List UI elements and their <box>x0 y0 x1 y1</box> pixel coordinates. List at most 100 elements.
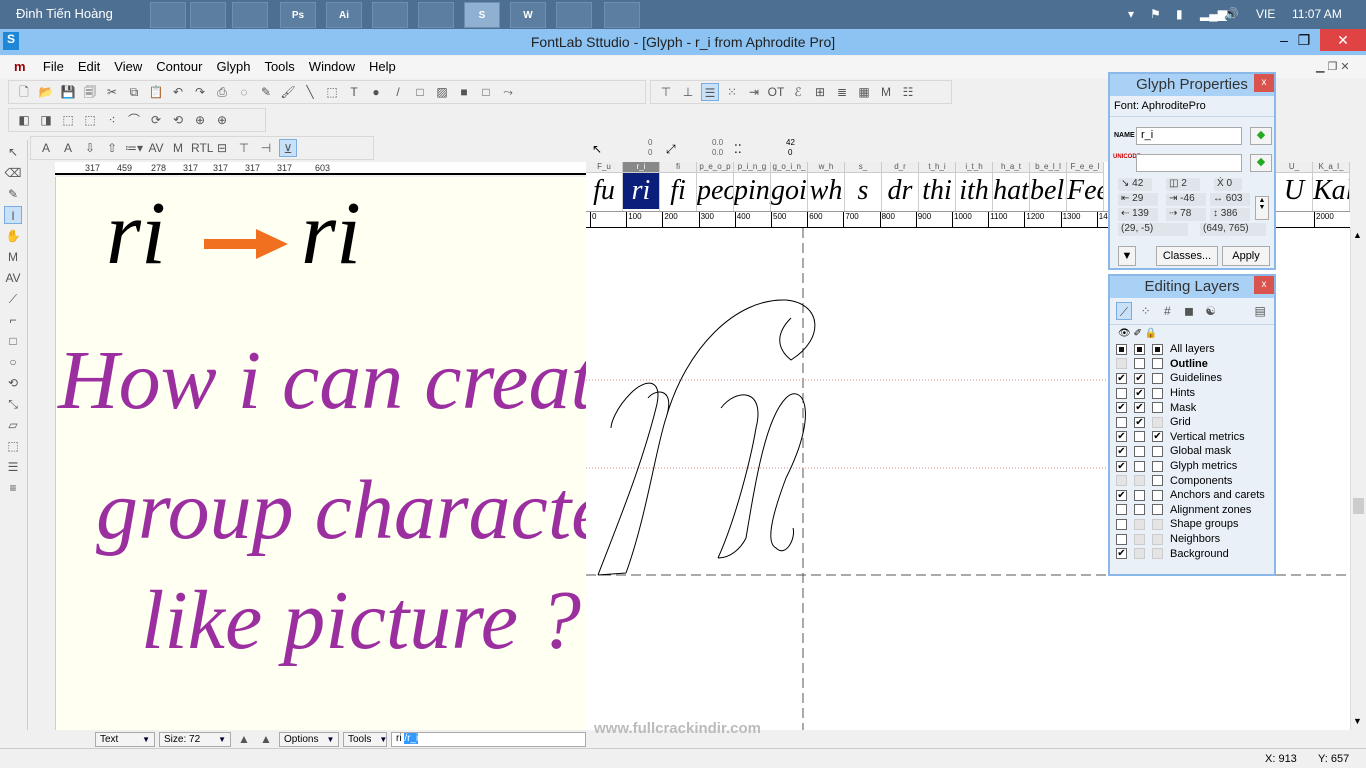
visible-checkbox[interactable]: ✔ <box>1116 372 1127 384</box>
menu-tools[interactable]: Tools <box>257 56 301 77</box>
edit-checkbox[interactable] <box>1134 489 1145 501</box>
link-icon[interactable]: ⤳ <box>499 83 517 101</box>
points-icon[interactable]: ⁖ <box>103 111 121 129</box>
all-visible-checkbox[interactable] <box>1116 343 1127 355</box>
visible-checkbox[interactable] <box>1116 416 1127 428</box>
close-icon[interactable]: x <box>1254 74 1274 92</box>
signal-icon[interactable]: ▂▄▆ <box>1200 7 1227 21</box>
glyph-cell[interactable]: t_h_i thi <box>919 162 956 211</box>
tools-dropdown[interactable]: Tools ▼ <box>343 731 387 747</box>
visible-checkbox[interactable]: ✔ <box>1116 431 1127 443</box>
lock-checkbox[interactable] <box>1152 475 1163 487</box>
rotate-tool-icon[interactable]: ⟲ <box>4 374 22 392</box>
panel-down-icon[interactable]: ⊻ <box>279 139 297 157</box>
glyph-cell[interactable]: F_u fu <box>586 162 623 211</box>
glyph-cell[interactable]: fi fi <box>660 162 697 211</box>
rotate-ccw-icon[interactable]: ⟲ <box>169 111 187 129</box>
flag-icon[interactable]: ⚑ <box>1150 7 1161 21</box>
panel-left-icon[interactable]: ⊣ <box>257 139 275 157</box>
glyph-cell[interactable]: F_e_e_l Feel <box>1067 162 1104 211</box>
lock-checkbox[interactable] <box>1152 402 1163 414</box>
panel-menu-icon[interactable]: ▤ <box>1252 302 1268 320</box>
classes-button[interactable]: Classes... <box>1156 246 1218 266</box>
visible-checkbox[interactable]: ✔ <box>1116 402 1127 414</box>
glyph-cell[interactable]: U_ U <box>1276 162 1313 211</box>
kern-icon[interactable]: ⊥ <box>679 83 697 101</box>
transform-tool-icon[interactable]: ⬚ <box>4 437 22 455</box>
expand-dropdown-button[interactable]: ▼ <box>1118 246 1136 266</box>
visible-checkbox[interactable]: ✔ <box>1116 460 1127 472</box>
cut-icon[interactable]: ✂ <box>103 83 121 101</box>
options-dropdown[interactable]: Options ▼ <box>279 731 339 747</box>
language-indicator[interactable]: VIE <box>1256 7 1275 21</box>
ellipse-tool-icon[interactable]: ○ <box>4 353 22 371</box>
nodes-icon[interactable]: ⊞ <box>811 83 829 101</box>
afm-open-icon[interactable]: A <box>37 139 55 157</box>
visible-checkbox[interactable] <box>1116 387 1127 399</box>
pen-tool-icon[interactable]: ✎ <box>4 185 22 203</box>
edit-checkbox[interactable]: ✔ <box>1134 387 1145 399</box>
dist-icon[interactable]: ⬚ <box>81 111 99 129</box>
glyph-cell[interactable]: p_i_n_gping <box>734 162 771 211</box>
pencil-icon[interactable]: ✎ <box>257 83 275 101</box>
mode-dropdown[interactable]: Text ▼ <box>95 731 155 747</box>
lock-checkbox[interactable]: ✔ <box>1152 431 1163 443</box>
undo-icon[interactable]: ↶ <box>169 83 187 101</box>
frame-icon[interactable]: □ <box>477 83 495 101</box>
brush-icon[interactable]: 🖌 <box>279 83 297 101</box>
edit-checkbox[interactable] <box>1134 504 1145 516</box>
cross2-icon[interactable]: ⊕ <box>213 111 231 129</box>
illustrator-icon[interactable]: Ai <box>326 2 362 28</box>
edit-checkbox[interactable]: ✔ <box>1134 402 1145 414</box>
list-icon[interactable]: ≣ <box>833 83 851 101</box>
apply-button[interactable]: Apply <box>1222 246 1270 266</box>
menu-glyph[interactable]: Glyph <box>209 56 257 77</box>
spin-button[interactable]: ▲ ▼ <box>1255 196 1269 220</box>
file-explorer-icon[interactable] <box>232 2 268 28</box>
transform-icon[interactable]: ⬚ <box>323 83 341 101</box>
glyph-name-input[interactable]: r_i <box>1136 127 1242 145</box>
acrobat-icon[interactable] <box>556 2 592 28</box>
edit-checkbox[interactable] <box>1134 431 1145 443</box>
mountain-small-icon[interactable]: ▲ <box>235 732 253 747</box>
menu-help[interactable]: Help <box>362 56 403 77</box>
classes-icon[interactable]: ℰ <box>789 83 807 101</box>
cross-icon[interactable]: ⊕ <box>191 111 209 129</box>
table-icon[interactable]: ☷ <box>899 83 917 101</box>
slant-tool-icon[interactable]: ▱ <box>4 416 22 434</box>
restore-button[interactable]: ❐ <box>1284 29 1324 51</box>
kern-list-icon[interactable]: ≔▾ <box>125 139 143 157</box>
fill-icon[interactable]: ▨ <box>433 83 451 101</box>
menu-window[interactable]: Window <box>302 56 362 77</box>
redo-icon[interactable]: ↷ <box>191 83 209 101</box>
scale-tool-icon[interactable]: ⤡ <box>4 395 22 413</box>
glyph-cell[interactable]: b_e_l_lbell <box>1030 162 1067 211</box>
visible-checkbox[interactable]: ✔ <box>1116 548 1127 560</box>
rsb-field[interactable]: ⇥ -46 <box>1166 193 1206 206</box>
mdi-controls[interactable]: ▁ ❐ ✕ <box>1316 60 1350 73</box>
photoshop-icon[interactable]: Ps <box>280 2 316 28</box>
save-all-icon[interactable]: 🗐 <box>81 83 99 101</box>
glyph-cell[interactable]: s_ s <box>845 162 882 211</box>
align-icon[interactable]: ⬚ <box>59 111 77 129</box>
paste-icon[interactable]: 📋 <box>147 83 165 101</box>
word-icon[interactable]: W <box>510 2 546 28</box>
glyph-cell[interactable]: g_o_i_n_goin <box>771 162 808 211</box>
text-cursor-tool-icon[interactable]: I <box>4 206 22 224</box>
lsb-field[interactable]: ⇤ 29 <box>1118 193 1158 206</box>
visible-checkbox[interactable]: ✔ <box>1116 445 1127 457</box>
save-icon[interactable]: 💾 <box>59 83 77 101</box>
scroll-up-icon[interactable]: ▲ <box>1353 230 1362 240</box>
lock-checkbox[interactable] <box>1152 445 1163 457</box>
close-button[interactable]: ✕ <box>1320 29 1366 51</box>
glyph-cell[interactable]: h_a_t hat <box>993 162 1030 211</box>
visible-checkbox[interactable]: ✔ <box>1116 489 1127 501</box>
av-icon[interactable]: AV <box>147 139 165 157</box>
opentype-icon[interactable]: OT <box>767 83 785 101</box>
vertical-scrollbar[interactable]: ▲ ▼ <box>1350 228 1366 730</box>
edit-checkbox[interactable]: ✔ <box>1134 372 1145 384</box>
panel-top-icon[interactable]: ⊤ <box>235 139 253 157</box>
lock-checkbox[interactable] <box>1152 460 1163 472</box>
media-player-icon[interactable] <box>190 2 226 28</box>
lasso-icon[interactable]: ◌ <box>235 83 253 101</box>
